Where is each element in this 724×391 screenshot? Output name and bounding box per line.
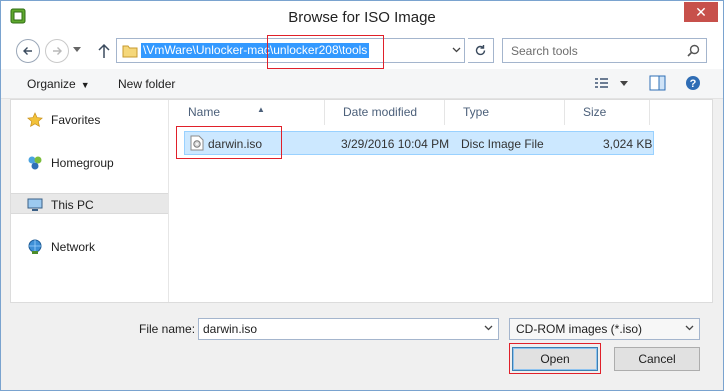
- forward-button[interactable]: [45, 39, 69, 63]
- sidebar-item-label: This PC: [51, 198, 94, 212]
- browse-dialog: Browse for ISO Image ✕ \VmWare\Unlocker-…: [0, 0, 724, 391]
- column-header-type[interactable]: Type: [445, 100, 565, 125]
- close-button[interactable]: ✕: [684, 2, 718, 22]
- chevron-down-icon[interactable]: [685, 325, 694, 331]
- file-list: ▲ Name Date modified Type Size darwin.is…: [170, 100, 713, 302]
- organize-button[interactable]: Organize ▼: [27, 77, 90, 91]
- sidebar-item-this-pc[interactable]: This PC: [11, 193, 168, 214]
- file-name-cell: darwin.iso: [208, 137, 263, 151]
- back-button[interactable]: [16, 39, 40, 63]
- folder-icon: [122, 45, 138, 58]
- file-name-input[interactable]: [199, 319, 477, 339]
- refresh-icon: [475, 45, 486, 56]
- preview-pane-icon[interactable]: [649, 75, 666, 91]
- file-size-cell: 3,024 KB: [603, 137, 653, 151]
- organize-label: Organize: [27, 77, 76, 91]
- sidebar-item-homegroup[interactable]: Homegroup: [11, 152, 168, 173]
- column-header-label: Name: [188, 105, 221, 119]
- new-folder-button[interactable]: New folder: [118, 77, 175, 91]
- star-icon: [27, 112, 43, 127]
- cancel-button[interactable]: Cancel: [614, 347, 700, 371]
- file-type-filter-value: CD-ROM images (*.iso): [516, 322, 643, 336]
- back-arrow-icon: [23, 47, 32, 55]
- address-path[interactable]: \VmWare\Unlocker-mac\unlocker208\tools: [141, 43, 370, 58]
- disc-image-file-icon: [190, 135, 204, 151]
- sort-ascending-icon: ▲: [257, 105, 265, 114]
- column-header-date-modified[interactable]: Date modified: [325, 100, 445, 125]
- refresh-button[interactable]: [468, 38, 494, 63]
- navigation-bar: \VmWare\Unlocker-mac\unlocker208\tools: [1, 33, 723, 69]
- sidebar-item-label: Network: [51, 240, 96, 254]
- file-name-label: File name:: [139, 322, 196, 336]
- chevron-down-icon[interactable]: [452, 47, 461, 53]
- sidebar-item-network[interactable]: Network: [11, 236, 168, 257]
- view-details-icon[interactable]: [594, 75, 610, 91]
- chevron-down-icon[interactable]: [484, 325, 493, 331]
- open-button[interactable]: Open: [512, 347, 598, 371]
- command-toolbar: Organize ▼ New folder ?: [1, 69, 723, 99]
- navigation-pane: Favorites Homegroup This PC Network: [11, 100, 169, 302]
- network-icon: [28, 239, 42, 254]
- sidebar-item-favorites[interactable]: Favorites: [11, 109, 168, 130]
- homegroup-icon: [28, 156, 42, 170]
- caret-down-icon: ▼: [80, 80, 90, 90]
- window-title: Browse for ISO Image: [288, 9, 436, 26]
- column-header-size[interactable]: Size: [565, 100, 650, 125]
- up-arrow-icon[interactable]: [97, 43, 111, 59]
- column-header-name[interactable]: ▲ Name: [170, 100, 325, 125]
- help-icon[interactable]: ?: [685, 75, 701, 91]
- title-bar: Browse for ISO Image ✕: [1, 1, 723, 33]
- sidebar-item-label: Homegroup: [51, 156, 114, 170]
- table-row[interactable]: darwin.iso 3/29/2016 10:04 PM Disc Image…: [184, 131, 654, 155]
- search-box[interactable]: [502, 38, 707, 63]
- search-icon[interactable]: [687, 44, 700, 57]
- svg-text:?: ?: [690, 78, 697, 90]
- search-input[interactable]: [503, 39, 683, 62]
- file-name-combobox[interactable]: [198, 318, 499, 340]
- browser-content: Favorites Homegroup This PC Network ▲ Na…: [10, 99, 713, 303]
- sidebar-item-label: Favorites: [51, 113, 101, 127]
- file-type-cell: Disc Image File: [461, 137, 544, 151]
- recent-locations-icon[interactable]: [73, 47, 81, 53]
- forward-arrow-icon: [53, 47, 62, 55]
- view-options-caret-icon[interactable]: [620, 81, 628, 87]
- file-date-cell: 3/29/2016 10:04 PM: [341, 137, 450, 151]
- computer-icon: [27, 198, 43, 211]
- file-type-filter-select[interactable]: CD-ROM images (*.iso): [509, 318, 700, 340]
- address-bar[interactable]: \VmWare\Unlocker-mac\unlocker208\tools: [116, 38, 465, 63]
